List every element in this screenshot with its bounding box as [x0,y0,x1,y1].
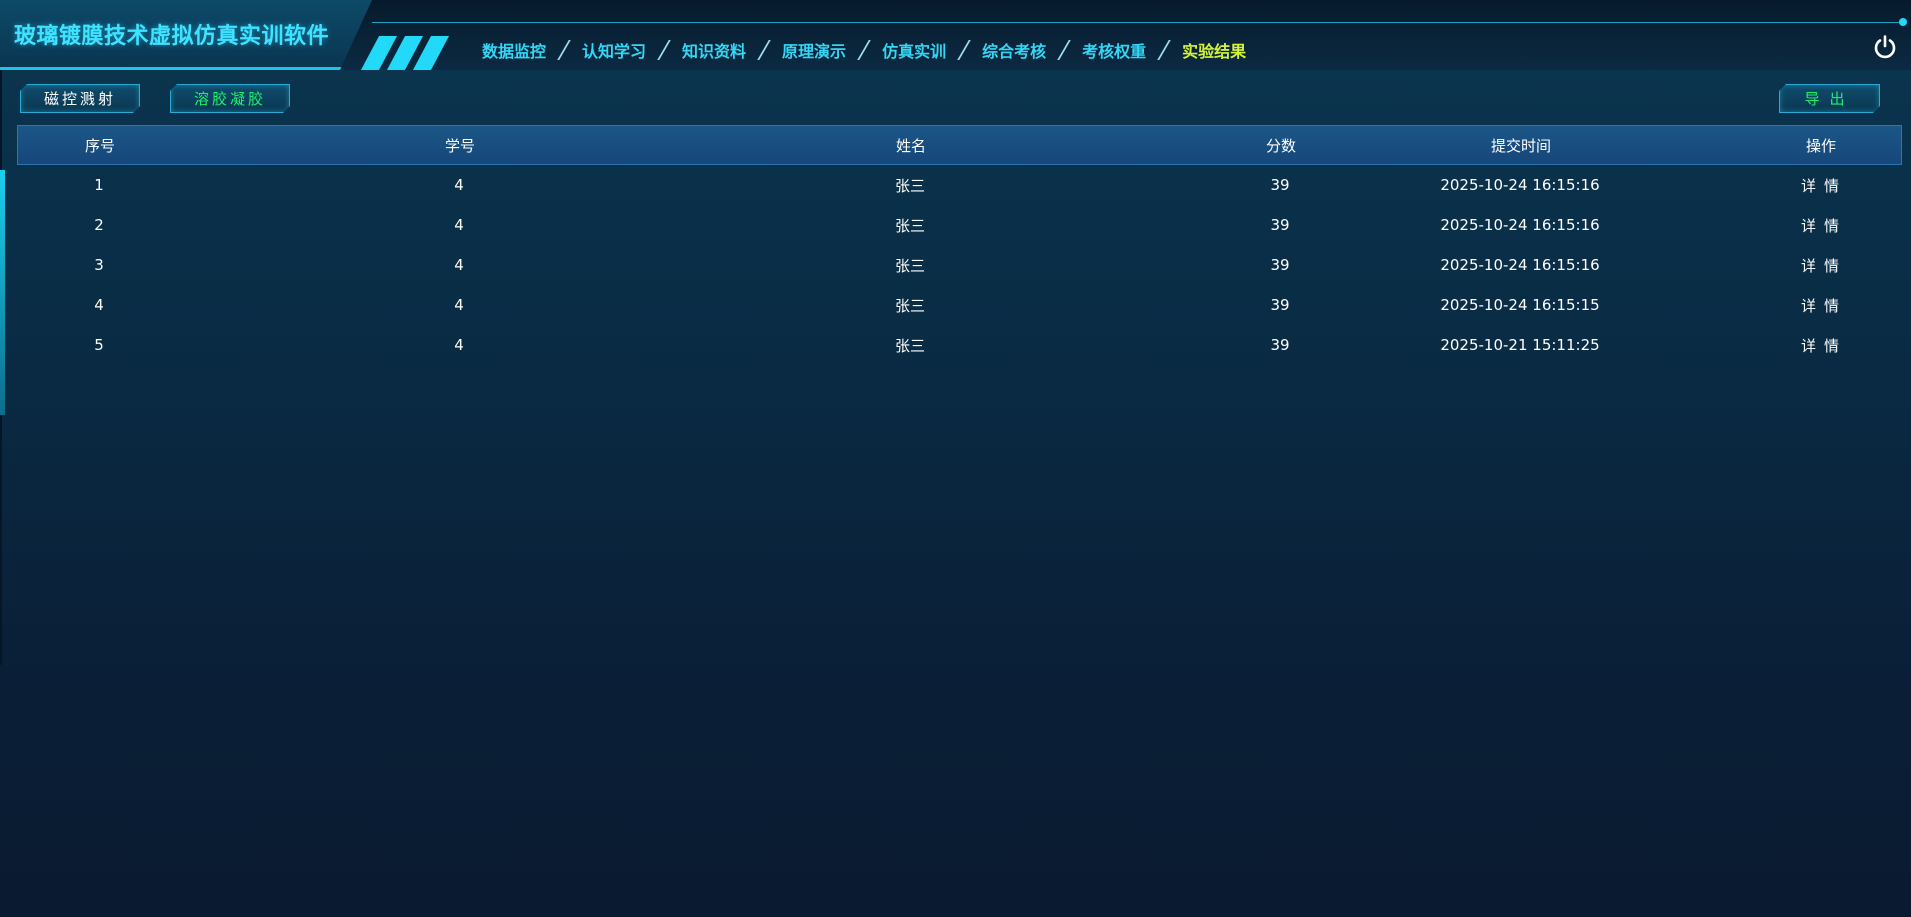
nav-item-experiment-results[interactable]: 实验结果 [1182,38,1246,62]
nav-separator [757,40,771,60]
cell-name: 张三 [894,336,926,355]
cell-index: 5 [94,336,104,354]
cell-score: 39 [1270,256,1290,274]
table-row: 1 4 张三 39 2025-10-24 16:15:16 详情 [17,165,1902,205]
cell-name: 张三 [894,256,926,275]
cell-name: 张三 [894,216,926,235]
cell-score: 39 [1270,296,1290,314]
nav-separator [1157,40,1171,60]
decorative-stripes [360,36,452,70]
cell-student-id: 4 [454,296,464,314]
cell-score: 39 [1270,216,1290,234]
nav-separator [657,40,671,60]
nav-item-comprehensive-assessment[interactable]: 综合考核 [982,38,1046,62]
nav-item-data-monitoring[interactable]: 数据监控 [482,38,546,62]
export-button[interactable]: 导出 [1779,84,1880,113]
header-divider-line [372,22,1904,23]
header-line-end-dot [1899,18,1907,26]
column-header-submit-time: 提交时间 [1490,136,1552,155]
detail-link[interactable]: 详情 [1793,325,1847,365]
results-table-body: 1 4 张三 39 2025-10-24 16:15:16 详情 2 4 张三 … [17,165,1902,365]
magnetron-sputtering-tab-button[interactable]: 磁控溅射 [20,84,140,113]
column-header-index: 序号 [84,136,116,155]
cell-submit-time: 2025-10-21 15:11:25 [1440,336,1600,354]
detail-link[interactable]: 详情 [1793,285,1847,325]
nav-separator [957,40,971,60]
nav-item-simulation-training[interactable]: 仿真实训 [882,38,946,62]
nav-item-assessment-weights[interactable]: 考核权重 [1082,38,1146,62]
table-row: 5 4 张三 39 2025-10-21 15:11:25 详情 [17,325,1902,365]
detail-link[interactable]: 详情 [1793,205,1847,245]
table-row: 2 4 张三 39 2025-10-24 16:15:16 详情 [17,205,1902,245]
cell-student-id: 4 [454,176,464,194]
table-row: 4 4 张三 39 2025-10-24 16:15:15 详情 [17,285,1902,325]
top-header: 玻璃镀膜技术虚拟仿真实训软件 数据监控 认知学习 知识资料 原理演示 仿真实训 … [0,0,1911,70]
cell-index: 4 [94,296,104,314]
detail-link[interactable]: 详情 [1793,245,1847,285]
title-banner: 玻璃镀膜技术虚拟仿真实训软件 [0,0,372,70]
nav-separator [1057,40,1071,60]
cell-student-id: 4 [454,256,464,274]
cell-student-id: 4 [454,336,464,354]
nav-separator [557,40,571,60]
app-title: 玻璃镀膜技术虚拟仿真实训软件 [14,24,330,49]
left-accent-bar [0,170,5,415]
cell-submit-time: 2025-10-24 16:15:16 [1440,176,1600,194]
cell-submit-time: 2025-10-24 16:15:16 [1440,256,1600,274]
nav-item-principle-demo[interactable]: 原理演示 [782,38,846,62]
table-row: 3 4 张三 39 2025-10-24 16:15:16 详情 [17,245,1902,285]
column-header-student-id: 学号 [444,136,476,155]
cell-index: 1 [94,176,104,194]
nav-item-cognitive-learning[interactable]: 认知学习 [582,38,646,62]
nav-separator [857,40,871,60]
nav-item-knowledge-materials[interactable]: 知识资料 [682,38,746,62]
cell-name: 张三 [894,296,926,315]
cell-index: 2 [94,216,104,234]
cell-name: 张三 [894,176,926,195]
cell-student-id: 4 [454,216,464,234]
column-header-name: 姓名 [895,136,927,155]
sol-gel-tab-button[interactable]: 溶胶凝胶 [170,84,290,113]
cell-submit-time: 2025-10-24 16:15:15 [1440,296,1600,314]
power-icon[interactable] [1872,34,1898,60]
cell-score: 39 [1270,336,1290,354]
table-header: 序号 学号 姓名 分数 提交时间 操作 [17,125,1902,165]
main-nav: 数据监控 认知学习 知识资料 原理演示 仿真实训 综合考核 考核权重 实验结果 [482,38,1246,62]
detail-link[interactable]: 详情 [1793,165,1847,205]
cell-index: 3 [94,256,104,274]
column-header-action: 操作 [1805,136,1837,155]
cell-score: 39 [1270,176,1290,194]
column-header-score: 分数 [1265,136,1297,155]
cell-submit-time: 2025-10-24 16:15:16 [1440,216,1600,234]
